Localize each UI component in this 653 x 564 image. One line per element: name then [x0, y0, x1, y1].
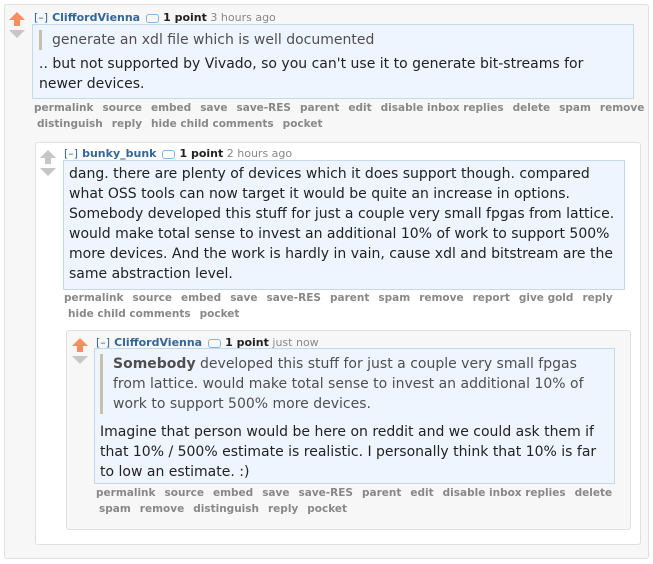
remove-button[interactable]: remove	[140, 503, 184, 515]
save-res-button[interactable]: save-RES	[299, 487, 353, 499]
edit-button[interactable]: edit	[410, 487, 433, 499]
speech-bubble-icon[interactable]	[162, 149, 176, 159]
reply-button[interactable]: reply	[112, 118, 142, 130]
disable-inbox-replies-button[interactable]: disable inbox replies	[381, 102, 504, 114]
parent-button[interactable]: parent	[300, 102, 339, 114]
author-link[interactable]: bunky_bunk	[82, 147, 156, 160]
downvote-arrow-icon[interactable]	[72, 356, 88, 364]
comment-body: Somebody developed this stuff for just a…	[94, 348, 615, 484]
reply-button[interactable]: reply	[582, 292, 612, 304]
spam-button[interactable]: spam	[99, 503, 131, 515]
delete-button[interactable]: delete	[575, 487, 613, 499]
vote-arrows	[40, 150, 56, 176]
save-res-button[interactable]: save-RES	[267, 292, 321, 304]
comment-buttons: permalink source embed save save-RES parent sp…	[64, 290, 634, 322]
comment-buttons: permalink source embed save save-RES parent ed…	[96, 485, 626, 517]
permalink-button[interactable]: permalink	[64, 292, 124, 304]
distinguish-button[interactable]: distinguish	[37, 118, 103, 130]
remove-button[interactable]: remove	[600, 102, 644, 114]
reply-button[interactable]: reply	[268, 503, 298, 515]
comment-text: .. but not supported by Vivado, so you c…	[39, 56, 584, 92]
author-link[interactable]: CliffordVienna	[52, 11, 140, 24]
embed-button[interactable]: embed	[181, 292, 221, 304]
speech-bubble-icon[interactable]	[146, 13, 160, 23]
hide-child-comments-button[interactable]: hide child comments	[68, 308, 191, 320]
spam-button[interactable]: spam	[559, 102, 591, 114]
remove-button[interactable]: remove	[419, 292, 463, 304]
speech-bubble-icon[interactable]	[208, 338, 222, 348]
source-button[interactable]: source	[103, 102, 142, 114]
embed-button[interactable]: embed	[151, 102, 191, 114]
vote-arrows	[72, 338, 88, 364]
score: 1 point	[179, 147, 224, 160]
give-gold-button[interactable]: give gold	[519, 292, 574, 304]
source-button[interactable]: source	[133, 292, 172, 304]
comment-tagline: [–] bunky_bunk 1 point 2 hours ago	[64, 147, 292, 160]
downvote-arrow-icon[interactable]	[40, 168, 56, 176]
blockquote: Somebody developed this stuff for just a…	[100, 354, 609, 414]
embed-button[interactable]: embed	[213, 487, 253, 499]
collapse-toggle[interactable]: [–]	[34, 11, 48, 24]
comment-text: dang. there are plenty of devices which …	[69, 166, 615, 282]
save-button[interactable]: save	[230, 292, 257, 304]
permalink-button[interactable]: permalink	[34, 102, 94, 114]
pocket-button[interactable]: pocket	[307, 503, 347, 515]
delete-button[interactable]: delete	[513, 102, 551, 114]
comment-text: Imagine that person would be here on red…	[100, 424, 597, 480]
comment-body: dang. there are plenty of devices which …	[63, 160, 625, 290]
upvote-arrow-icon[interactable]	[40, 150, 56, 158]
source-button[interactable]: source	[165, 487, 204, 499]
comment-body: generate an xdl file which is well docum…	[32, 24, 634, 99]
edit-button[interactable]: edit	[348, 102, 371, 114]
save-button[interactable]: save	[200, 102, 227, 114]
permalink-button[interactable]: permalink	[96, 487, 156, 499]
disable-inbox-replies-button[interactable]: disable inbox replies	[443, 487, 566, 499]
downvote-arrow-icon[interactable]	[9, 30, 25, 38]
timestamp: 2 hours ago	[226, 147, 293, 160]
comment-buttons: permalink source embed save save-RES parent ed…	[34, 100, 644, 132]
quote-bold-text: Somebody	[113, 356, 196, 372]
blockquote: generate an xdl file which is well docum…	[39, 30, 627, 50]
parent-button[interactable]: parent	[330, 292, 369, 304]
pocket-button[interactable]: pocket	[283, 118, 323, 130]
upvote-arrow-icon[interactable]	[9, 12, 25, 20]
timestamp: 3 hours ago	[210, 11, 276, 24]
comment-tagline: [–] CliffordVienna 1 point 3 hours ago	[34, 11, 276, 24]
pocket-button[interactable]: pocket	[200, 308, 240, 320]
upvote-arrow-icon[interactable]	[72, 338, 88, 346]
parent-button[interactable]: parent	[362, 487, 401, 499]
distinguish-button[interactable]: distinguish	[193, 503, 259, 515]
report-button[interactable]: report	[473, 292, 510, 304]
collapse-toggle[interactable]: [–]	[64, 147, 78, 160]
score: 1 point	[163, 11, 207, 24]
save-button[interactable]: save	[262, 487, 289, 499]
hide-child-comments-button[interactable]: hide child comments	[151, 118, 274, 130]
spam-button[interactable]: spam	[378, 292, 410, 304]
vote-arrows	[9, 12, 25, 38]
save-res-button[interactable]: save-RES	[237, 102, 291, 114]
